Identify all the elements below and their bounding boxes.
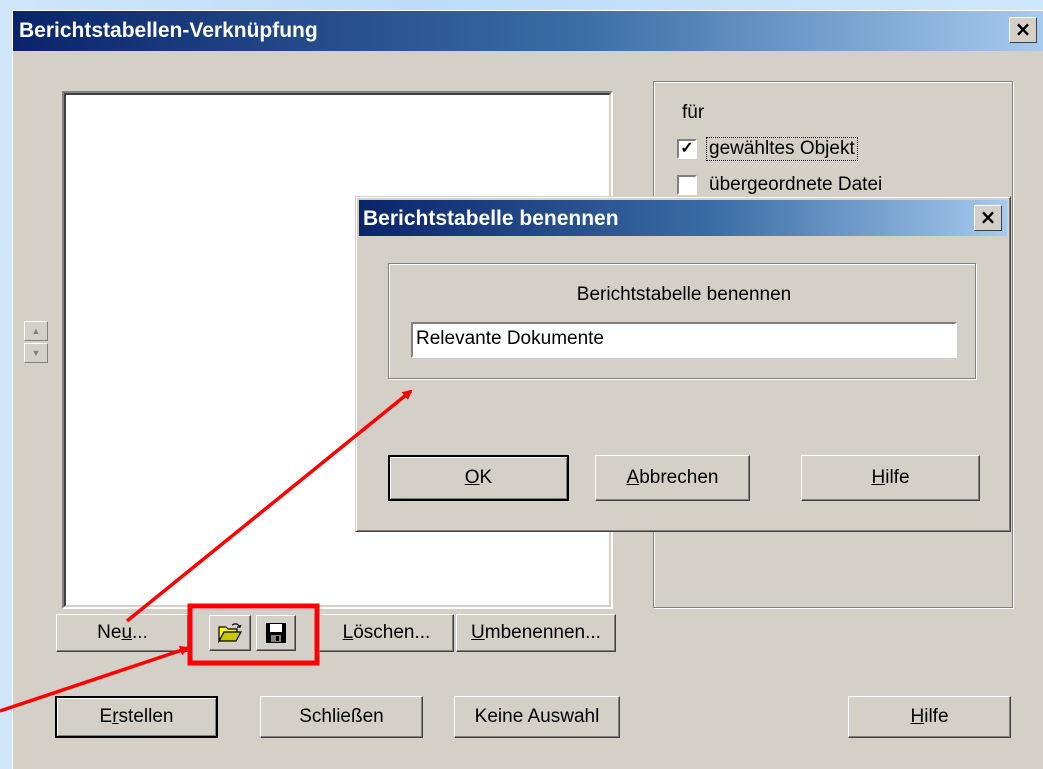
arrow-to-toolbar — [0, 645, 190, 713]
annotation-overlay — [0, 389, 413, 713]
arrow-to-dialog — [125, 389, 413, 623]
toolbar-highlight-box — [187, 603, 320, 666]
